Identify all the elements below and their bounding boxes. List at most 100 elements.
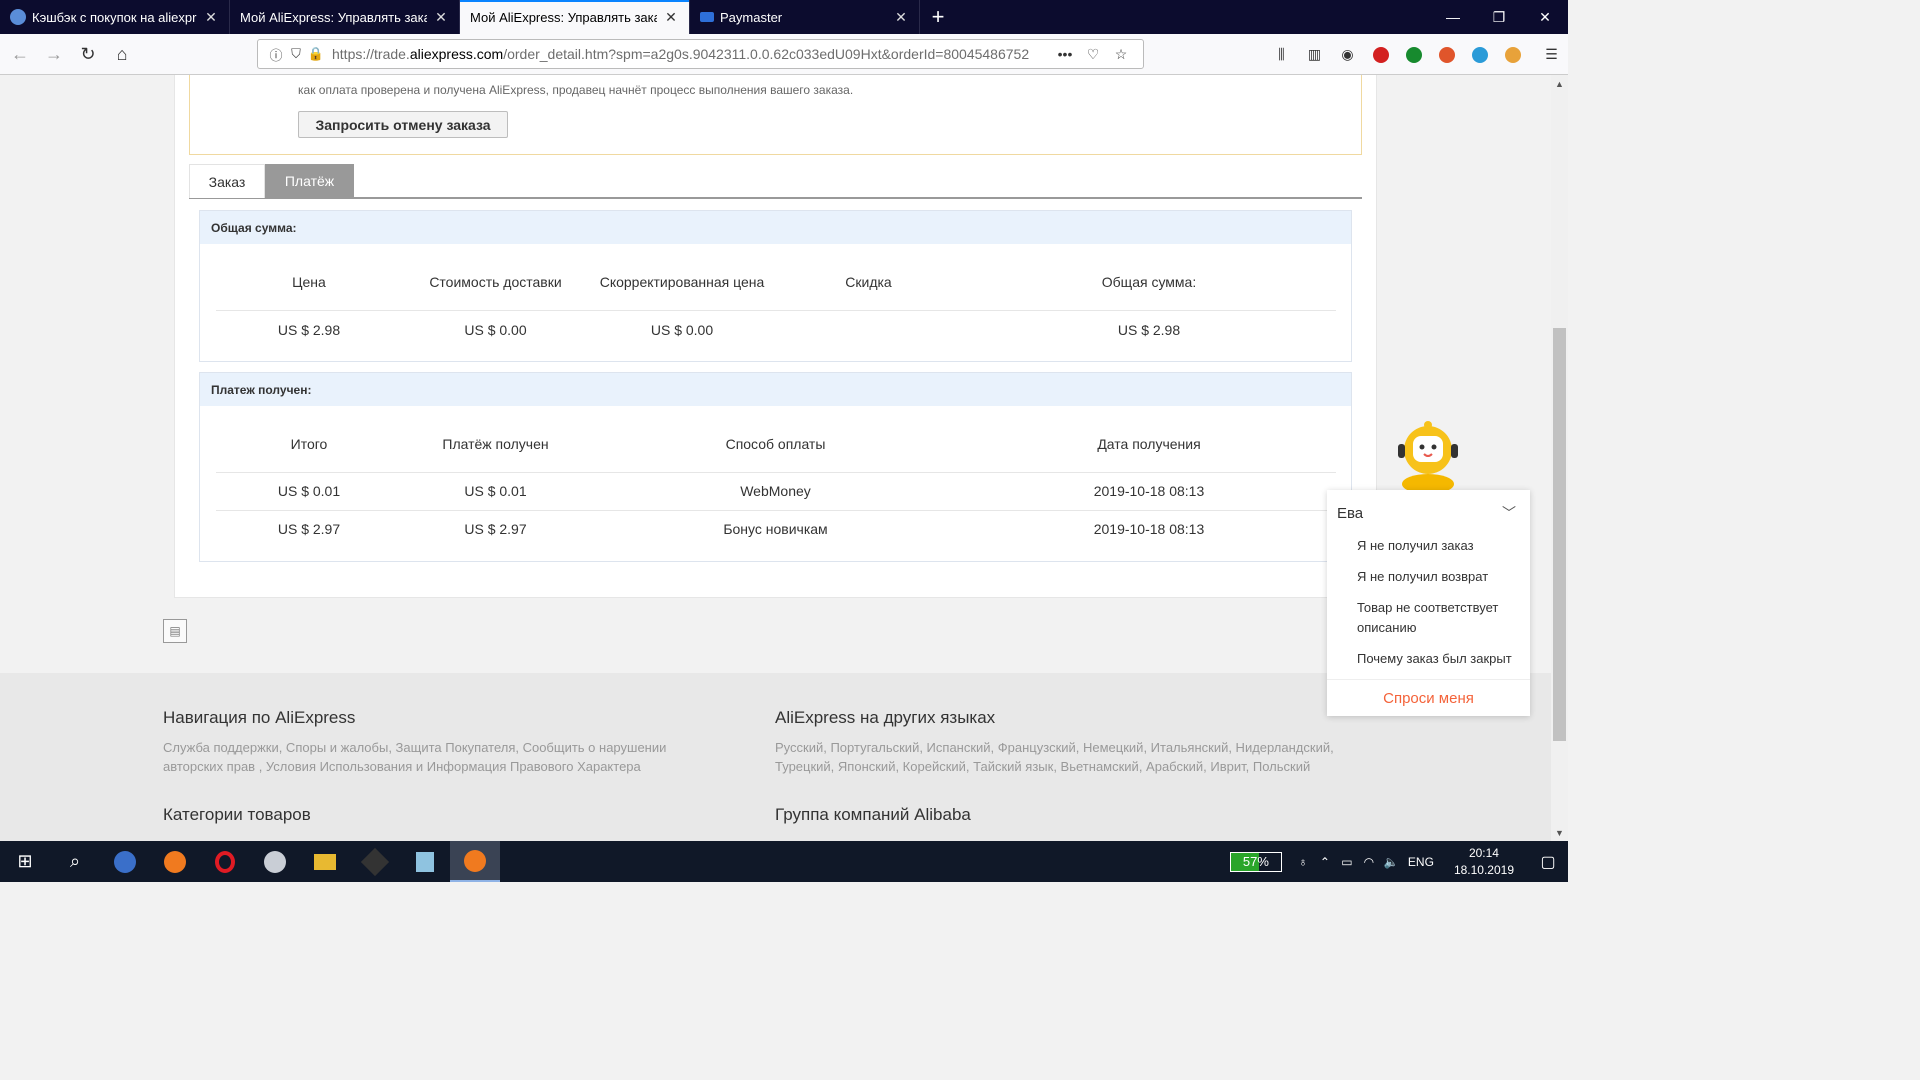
close-window-button[interactable]: ✕ [1522, 0, 1568, 34]
browser-tab-paymaster[interactable]: Paymaster ✕ [690, 0, 920, 34]
ext-shield-green-icon[interactable] [1397, 46, 1430, 63]
volume-mute-icon[interactable]: 🔈 [1380, 855, 1402, 869]
wifi-icon[interactable]: ◠ [1358, 855, 1380, 869]
clock[interactable]: 20:14 18.10.2019 [1454, 845, 1514, 879]
cell-price: US $ 2.98 [216, 309, 402, 349]
bookmark-star-icon[interactable]: ☆ [1107, 46, 1135, 63]
browser-tab-orders-1[interactable]: Мой AliExpress: Управлять заказами ✕ [230, 0, 460, 34]
lock-warning-icon[interactable]: 🔒 [306, 46, 326, 62]
firefox-icon[interactable] [150, 841, 200, 882]
footer-nav-links[interactable]: Служба поддержки, Споры и жалобы, Защита… [163, 738, 703, 776]
battery-icon[interactable]: ▭ [1336, 855, 1358, 869]
globe-icon [10, 9, 26, 25]
scroll-thumb[interactable] [1553, 328, 1566, 741]
reload-button[interactable]: ↻ [72, 38, 104, 70]
toolbar-right: ⫼ ▥ ◉ ☰ [1265, 34, 1568, 75]
browser-tab-orders-2[interactable]: Мой AliExpress: Управлять заказами ✕ [460, 0, 690, 34]
cell-payment-received: US $ 0.01 [402, 471, 589, 510]
cell-received-date: 2019-10-18 08:13 [962, 509, 1336, 548]
close-icon[interactable]: ✕ [433, 9, 449, 26]
opera-icon[interactable] [200, 841, 250, 882]
clock-date: 18.10.2019 [1453, 862, 1514, 877]
page-content: как оплата проверена и получена AliExpre… [0, 75, 1551, 841]
back-button[interactable]: ← [4, 38, 36, 70]
total-amount-box: Общая сумма: Цена Стоимость доставки Ско… [199, 210, 1352, 362]
globe-app-icon[interactable] [100, 841, 150, 882]
footer-languages-links[interactable]: Русский, Португальский, Испанский, Франц… [775, 738, 1335, 776]
tab-payment[interactable]: Платёж [265, 164, 354, 198]
assistant-mascot-icon[interactable] [1396, 420, 1460, 494]
clock-time: 20:14 [1468, 845, 1499, 860]
close-icon[interactable]: ✕ [663, 9, 679, 26]
battery-indicator[interactable]: 57% [1229, 851, 1282, 872]
power-plug-icon[interactable]: ♁ [1292, 855, 1314, 869]
col-payment-method: Способ оплаты [725, 435, 826, 452]
col-subtotal: Итого [290, 435, 328, 452]
system-tray: 57% ♁ ⌃ ▭ ◠ 🔈 ENG 20:14 18.10.2019 ▢ [1229, 841, 1568, 882]
notes-app-icon[interactable] [400, 841, 450, 882]
pocket-icon[interactable]: ♡ [1079, 46, 1107, 63]
forward-button[interactable]: → [38, 38, 70, 70]
app-sphere-icon[interactable] [250, 841, 300, 882]
footer-alibaba-group: Группа компаний Alibaba [775, 805, 971, 835]
cell-adjusted-price: US $ 0.00 [589, 309, 775, 349]
windows-taskbar: ⊞ ⌕ 57% ♁ ⌃ ▭ ◠ 🔈 ENG 20:14 18.10.2019 ▢ [0, 841, 1568, 882]
page-scrollbar[interactable]: ▲ ▼ [1551, 75, 1568, 841]
library-icon[interactable]: ⫼ [1265, 46, 1298, 63]
cell-shipping: US $ 0.00 [402, 309, 589, 349]
tray-expand-icon[interactable]: ⌃ [1314, 855, 1336, 869]
chevron-down-icon[interactable]: ﹀ [1502, 503, 1516, 523]
table-header-row: Цена Стоимость доставки Скорректированна… [216, 254, 1336, 310]
close-icon[interactable]: ✕ [893, 9, 909, 26]
menu-icon[interactable]: ☰ [1535, 46, 1568, 63]
print-icon[interactable]: ▤ [163, 619, 187, 643]
page-actions-icon[interactable]: ••• [1051, 46, 1079, 62]
ext-block-icon[interactable] [1430, 46, 1463, 63]
ext-people-icon[interactable] [1496, 46, 1529, 63]
tab-title: Кэшбэк с покупок на aliexpress [32, 9, 197, 25]
payment-received-header: Платеж получен: [200, 373, 1351, 406]
restore-button[interactable]: ❐ [1476, 0, 1522, 34]
cell-payment-method: WebMoney [589, 471, 962, 510]
chat-option[interactable]: Почему заказ был закрыт [1327, 649, 1530, 669]
scroll-down-icon[interactable]: ▼ [1551, 824, 1568, 841]
tab-title: Мой AliExpress: Управлять заказами [470, 9, 657, 25]
cell-total: US $ 2.98 [962, 309, 1336, 349]
tab-order[interactable]: Заказ [189, 164, 265, 198]
windows-start-icon[interactable]: ⊞ [0, 841, 50, 882]
table-row: US $ 0.01 US $ 0.01 WebMoney 2019-10-18 … [216, 471, 1336, 510]
sidebar-icon[interactable]: ▥ [1298, 46, 1331, 63]
cell-discount [775, 309, 962, 349]
home-button[interactable]: ⌂ [106, 38, 138, 70]
firefox-active-icon[interactable] [450, 841, 500, 882]
cell-subtotal: US $ 2.97 [216, 509, 402, 548]
info-icon[interactable]: ⓘ [266, 45, 286, 64]
chat-option[interactable]: Я не получил заказ [1327, 536, 1530, 556]
close-icon[interactable]: ✕ [203, 9, 219, 26]
account-icon[interactable]: ◉ [1331, 46, 1364, 63]
chat-option[interactable]: Товар не соответствует описанию [1327, 598, 1530, 638]
cell-subtotal: US $ 0.01 [216, 471, 402, 510]
search-icon[interactable]: ⌕ [50, 841, 100, 882]
address-bar[interactable]: ⓘ ⛉ 🔒 https://trade.aliexpress.com/order… [257, 39, 1144, 69]
ext-shield-red-icon[interactable] [1364, 46, 1397, 63]
ext-location-icon[interactable] [1463, 46, 1496, 63]
col-total: Общая сумма: [1101, 273, 1197, 290]
notifications-icon[interactable]: ▢ [1528, 852, 1568, 872]
footer-nav-title: Навигация по AliExpress [163, 708, 356, 727]
language-indicator[interactable]: ENG [1408, 855, 1434, 869]
browser-tab-cashback[interactable]: Кэшбэк с покупок на aliexpress ✕ [0, 0, 230, 34]
chat-option[interactable]: Я не получил возврат [1327, 567, 1530, 587]
cancel-order-button[interactable]: Запросить отмену заказа [298, 111, 508, 138]
minimize-button[interactable]: — [1430, 0, 1476, 34]
ask-me-button[interactable]: Спроси меня [1327, 679, 1530, 716]
file-explorer-icon[interactable] [300, 841, 350, 882]
new-tab-button[interactable]: + [920, 0, 956, 34]
browser-navbar: ← → ↻ ⌂ ⓘ ⛉ 🔒 https://trade.aliexpress.c… [0, 34, 1568, 75]
scroll-up-icon[interactable]: ▲ [1551, 75, 1568, 92]
shield-icon[interactable]: ⛉ [286, 46, 306, 62]
url-text[interactable]: https://trade.aliexpress.com/order_detai… [332, 46, 1051, 62]
nox-icon[interactable] [350, 841, 400, 882]
col-payment-received: Платёж получен [442, 435, 549, 452]
paymaster-icon [700, 12, 714, 22]
